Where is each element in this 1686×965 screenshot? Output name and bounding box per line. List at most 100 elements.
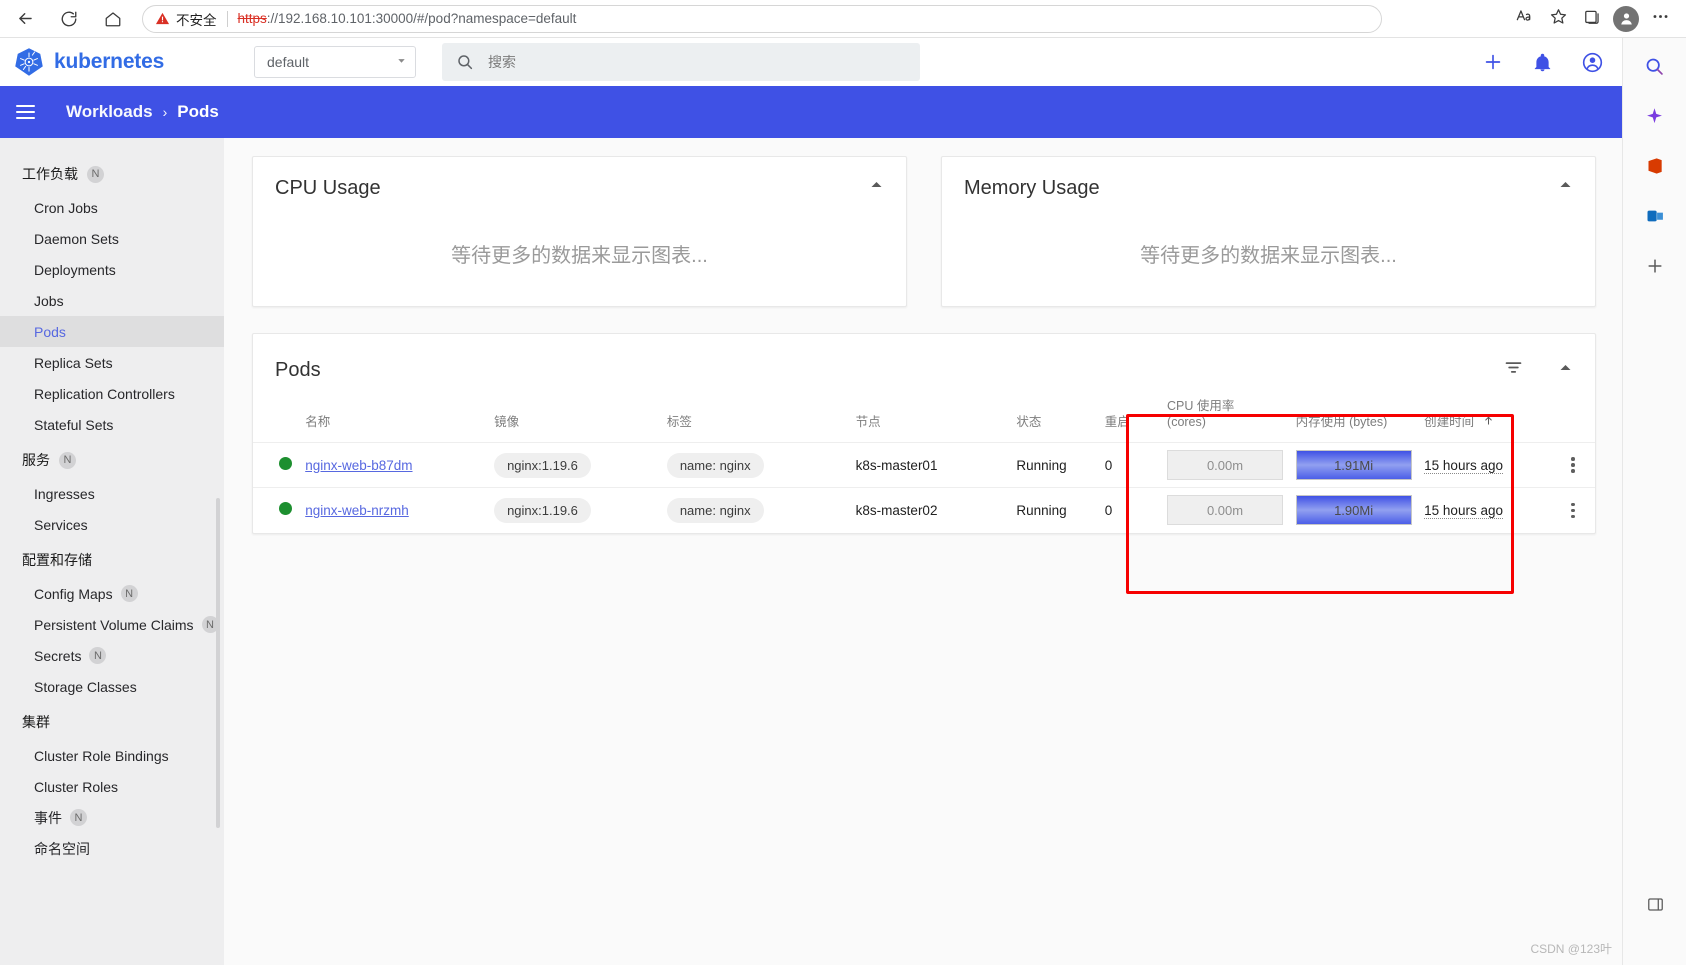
cell-row-menu[interactable]: [1550, 487, 1595, 533]
cell-labels: name: nginx: [666, 442, 856, 488]
sidebar-item-pods[interactable]: Pods: [0, 316, 224, 347]
pods-card: Pods 名称 镜像 标签 节点 状态 重启 CPU 使用率 (cores) 内…: [252, 333, 1596, 534]
th-cpu-line1: CPU 使用率: [1167, 399, 1235, 413]
sidebar-item-jobs[interactable]: Jobs: [0, 285, 224, 316]
th-labels[interactable]: 标签: [667, 386, 856, 443]
breadcrumb-parent[interactable]: Workloads: [66, 102, 153, 122]
sidebar-toggle-button[interactable]: [1623, 895, 1686, 919]
th-row-menu: [1551, 386, 1595, 443]
star-icon: [1549, 7, 1568, 31]
sidebar-item-ingresses[interactable]: Ingresses: [0, 478, 224, 509]
breadcrumb-bar: Workloads › Pods: [0, 86, 1622, 138]
account-button[interactable]: [1581, 51, 1604, 74]
cpu-usage-card: CPU Usage 等待更多的数据来显示图表...: [252, 156, 907, 307]
sidebar-item-label: Jobs: [34, 292, 64, 309]
sidebar-item-label: Replication Controllers: [34, 385, 175, 402]
dashboard-header: kubernetes default 搜索: [0, 38, 1622, 86]
sidebar-item-cluster-roles[interactable]: Cluster Roles: [0, 771, 224, 802]
th-created[interactable]: 创建时间: [1424, 386, 1551, 443]
kubernetes-dashboard: kubernetes default 搜索 Workloads › Pods 工…: [0, 38, 1686, 965]
filter-icon[interactable]: [1503, 357, 1524, 383]
sidebar-item-stateful-sets[interactable]: Stateful Sets: [0, 409, 224, 440]
brand-name: kubernetes: [54, 50, 165, 73]
outlook-icon[interactable]: [1638, 200, 1672, 232]
pod-name-link[interactable]: nginx-web-nrzmh: [305, 503, 409, 518]
sidebar-item-label: Secrets: [34, 647, 82, 664]
sidebar-item-deployments[interactable]: Deployments: [0, 254, 224, 285]
search-input[interactable]: 搜索: [442, 43, 920, 81]
sidebar-item-replication-controllers[interactable]: Replication Controllers: [0, 378, 224, 409]
profile-icon: [1613, 5, 1639, 32]
th-cpu-usage[interactable]: CPU 使用率 (cores): [1167, 386, 1296, 443]
chevron-up-icon[interactable]: [869, 177, 884, 197]
breadcrumb-separator: ›: [162, 104, 168, 120]
sidebar-item-events[interactable]: 事件 N: [0, 802, 224, 833]
notifications-button[interactable]: [1532, 52, 1553, 73]
sidebar-item-label: Cron Jobs: [34, 199, 98, 216]
cell-memory-usage: 1.91Mi: [1295, 442, 1425, 488]
pod-name-link[interactable]: nginx-web-b87dm: [305, 458, 412, 473]
sidebar-item-namespaces[interactable]: 命名空间: [0, 833, 224, 864]
reload-button[interactable]: [54, 4, 84, 34]
add-icon[interactable]: [1638, 250, 1672, 282]
address-bar[interactable]: 不安全 https://192.168.10.101:30000/#/pod?n…: [142, 4, 1382, 33]
kebab-menu-icon[interactable]: [1551, 502, 1595, 518]
chevron-up-icon[interactable]: [1558, 360, 1573, 380]
cell-cpu-usage: 0.00m: [1167, 442, 1296, 488]
sidebar-item-label: Replica Sets: [34, 354, 113, 371]
sidebar-item-cron-jobs[interactable]: Cron Jobs: [0, 192, 224, 223]
th-node[interactable]: 节点: [856, 386, 1017, 443]
read-aloud-button[interactable]: [1508, 4, 1540, 34]
th-memory-usage[interactable]: 内存使用 (bytes): [1296, 386, 1425, 443]
namespace-selector[interactable]: default: [254, 46, 416, 78]
pods-card-header: Pods: [253, 334, 1595, 386]
sidebar-item-config-maps[interactable]: Config Maps N: [0, 578, 224, 609]
table-row[interactable]: nginx-web-b87dm nginx:1.19.6 name: nginx…: [253, 442, 1595, 488]
security-label: 不安全: [176, 12, 217, 28]
sidebar: 工作负载 N Cron Jobs Daemon Sets Deployments…: [0, 138, 224, 965]
copilot-icon[interactable]: [1638, 100, 1672, 132]
cell-memory-usage: 1.90Mi: [1295, 487, 1425, 533]
pods-table-header-row: 名称 镜像 标签 节点 状态 重启 CPU 使用率 (cores) 内存使用 (…: [253, 386, 1595, 443]
search-icon[interactable]: [1638, 50, 1672, 82]
th-status[interactable]: 状态: [1016, 386, 1104, 443]
collections-button[interactable]: [1576, 4, 1608, 34]
th-image[interactable]: 镜像: [494, 386, 667, 443]
chevron-up-icon[interactable]: [1558, 177, 1573, 197]
cell-pod-name: nginx-web-b87dm: [305, 442, 495, 488]
back-button[interactable]: [10, 4, 40, 34]
sidebar-item-cluster-role-bindings[interactable]: Cluster Role Bindings: [0, 740, 224, 771]
cpu-usage-bar: 0.00m: [1167, 450, 1284, 480]
cell-row-menu[interactable]: [1550, 442, 1595, 488]
sidebar-scrollbar[interactable]: [216, 498, 220, 828]
home-icon: [104, 10, 122, 28]
create-resource-button[interactable]: [1482, 51, 1504, 73]
add-favorite-button[interactable]: [1542, 4, 1574, 34]
th-name[interactable]: 名称: [305, 386, 494, 443]
sidebar-item-replica-sets[interactable]: Replica Sets: [0, 347, 224, 378]
memory-card-title: Memory Usage: [964, 177, 1100, 199]
sidebar-item-persistent-volume-claims[interactable]: Persistent Volume Claims N: [0, 609, 224, 640]
profile-button[interactable]: [1610, 4, 1642, 34]
namespace-badge: N: [70, 809, 87, 826]
created-time-text: 15 hours ago: [1424, 457, 1503, 474]
more-options-button[interactable]: [1644, 4, 1676, 34]
kebab-menu-icon[interactable]: [1551, 457, 1595, 473]
th-restarts[interactable]: 重启: [1105, 386, 1167, 443]
table-row[interactable]: nginx-web-nrzmh nginx:1.19.6 name: nginx…: [253, 487, 1595, 533]
sidebar-group-label: 工作负载: [22, 166, 78, 182]
sidebar-item-daemon-sets[interactable]: Daemon Sets: [0, 223, 224, 254]
office-icon[interactable]: [1638, 150, 1672, 182]
sidebar-item-label: Daemon Sets: [34, 230, 119, 247]
home-button[interactable]: [98, 4, 128, 34]
not-secure-warning-icon: [155, 11, 170, 26]
cpu-card-header: CPU Usage: [253, 157, 906, 200]
cell-status: Running: [1016, 487, 1105, 533]
brand[interactable]: kubernetes: [14, 47, 224, 77]
pods-table-body: nginx-web-b87dm nginx:1.19.6 name: nginx…: [253, 442, 1595, 533]
sidebar-item-services[interactable]: Services: [0, 509, 224, 540]
sidebar-item-storage-classes[interactable]: Storage Classes: [0, 671, 224, 702]
cell-cpu-usage: 0.00m: [1167, 487, 1296, 533]
hamburger-menu-icon[interactable]: [14, 105, 48, 119]
sidebar-item-secrets[interactable]: Secrets N: [0, 640, 224, 671]
